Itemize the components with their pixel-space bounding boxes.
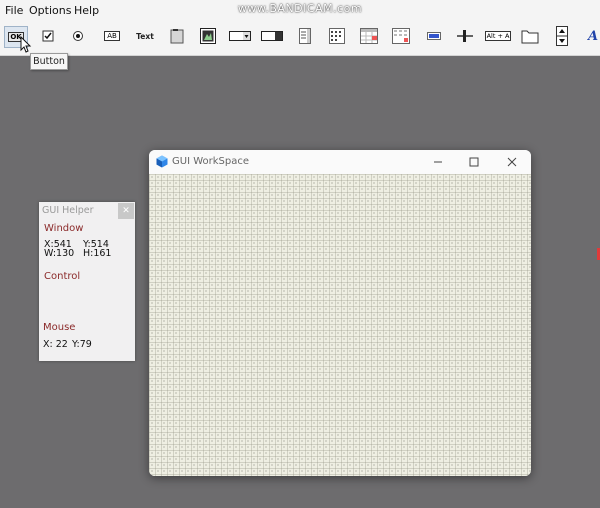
close-icon — [507, 157, 517, 167]
mouse-section-label: Mouse — [43, 322, 76, 333]
listbox-icon — [299, 28, 311, 44]
window-section-label: Window — [44, 223, 84, 234]
window-w-value: W:130 — [44, 248, 75, 259]
calendar-tool[interactable] — [358, 26, 380, 46]
updown-tool[interactable] — [551, 26, 573, 46]
text-tool[interactable]: Text — [133, 26, 157, 46]
listbox-tool[interactable] — [294, 26, 316, 46]
dropdown-tool[interactable] — [260, 26, 284, 46]
folder-icon — [521, 30, 539, 44]
maximize-icon — [469, 157, 479, 167]
helper-title: GUI Helper — [42, 205, 94, 216]
edit-tool[interactable]: AB — [100, 26, 124, 46]
window-h-value: H:161 — [83, 248, 112, 259]
slider-icon — [457, 30, 473, 42]
progress-icon — [427, 32, 441, 40]
design-grid-canvas[interactable] — [149, 174, 531, 476]
workspace-titlebar[interactable]: GUI WorkSpace — [149, 150, 531, 174]
combo-tool[interactable] — [228, 26, 252, 46]
folder-tool[interactable] — [519, 26, 541, 46]
hotkey-tool[interactable]: Alt + A — [484, 26, 512, 46]
listview-tool[interactable] — [326, 26, 348, 46]
control-section-label: Control — [44, 271, 81, 282]
workspace-title: GUI WorkSpace — [172, 156, 249, 167]
calendar-icon — [360, 28, 378, 44]
control-toolbar: OK AB Text Alt + A A — [0, 19, 600, 56]
radio-icon — [73, 31, 83, 41]
progress-tool[interactable] — [423, 26, 445, 46]
picture-icon — [200, 28, 216, 44]
edit-tool-label: AB — [104, 31, 120, 41]
listview-icon — [329, 28, 345, 44]
checkbox-tool[interactable] — [37, 26, 59, 46]
recording-watermark: www.BANDICAM.com — [237, 2, 363, 15]
checkbox-icon — [42, 30, 54, 42]
hotkey-tool-label: Alt + A — [484, 31, 512, 41]
tab-tool[interactable] — [390, 26, 412, 46]
gui-helper-panel: GUI Helper ✕ Window X:541 Y:514 W:130 H:… — [39, 202, 135, 361]
tab-control-icon — [392, 28, 410, 44]
text-tool-label: Text — [136, 31, 154, 41]
font-tool[interactable]: A — [582, 26, 600, 46]
picture-tool[interactable] — [197, 26, 219, 46]
minimize-icon — [434, 161, 442, 163]
tooltip: Button — [30, 53, 68, 70]
close-button[interactable] — [501, 153, 523, 171]
combobox-icon — [229, 31, 251, 41]
gui-workspace-window: GUI WorkSpace — [149, 150, 531, 476]
minimize-button[interactable] — [427, 153, 449, 171]
mouse-x-value: X: 22 — [43, 339, 68, 350]
dropdown-icon — [261, 31, 283, 41]
groupbox-icon — [170, 29, 184, 44]
mouse-cursor-icon — [20, 36, 32, 53]
font-tool-label: A — [587, 28, 599, 44]
cube-icon — [156, 155, 168, 168]
group-tool[interactable] — [166, 26, 188, 46]
slider-tool[interactable] — [454, 26, 476, 46]
mouse-y-value: Y:79 — [72, 339, 92, 350]
updown-icon — [556, 26, 568, 46]
close-icon: ✕ — [122, 206, 130, 216]
helper-close-button[interactable]: ✕ — [118, 203, 134, 219]
maximize-button[interactable] — [463, 153, 485, 171]
radio-tool[interactable] — [67, 26, 89, 46]
